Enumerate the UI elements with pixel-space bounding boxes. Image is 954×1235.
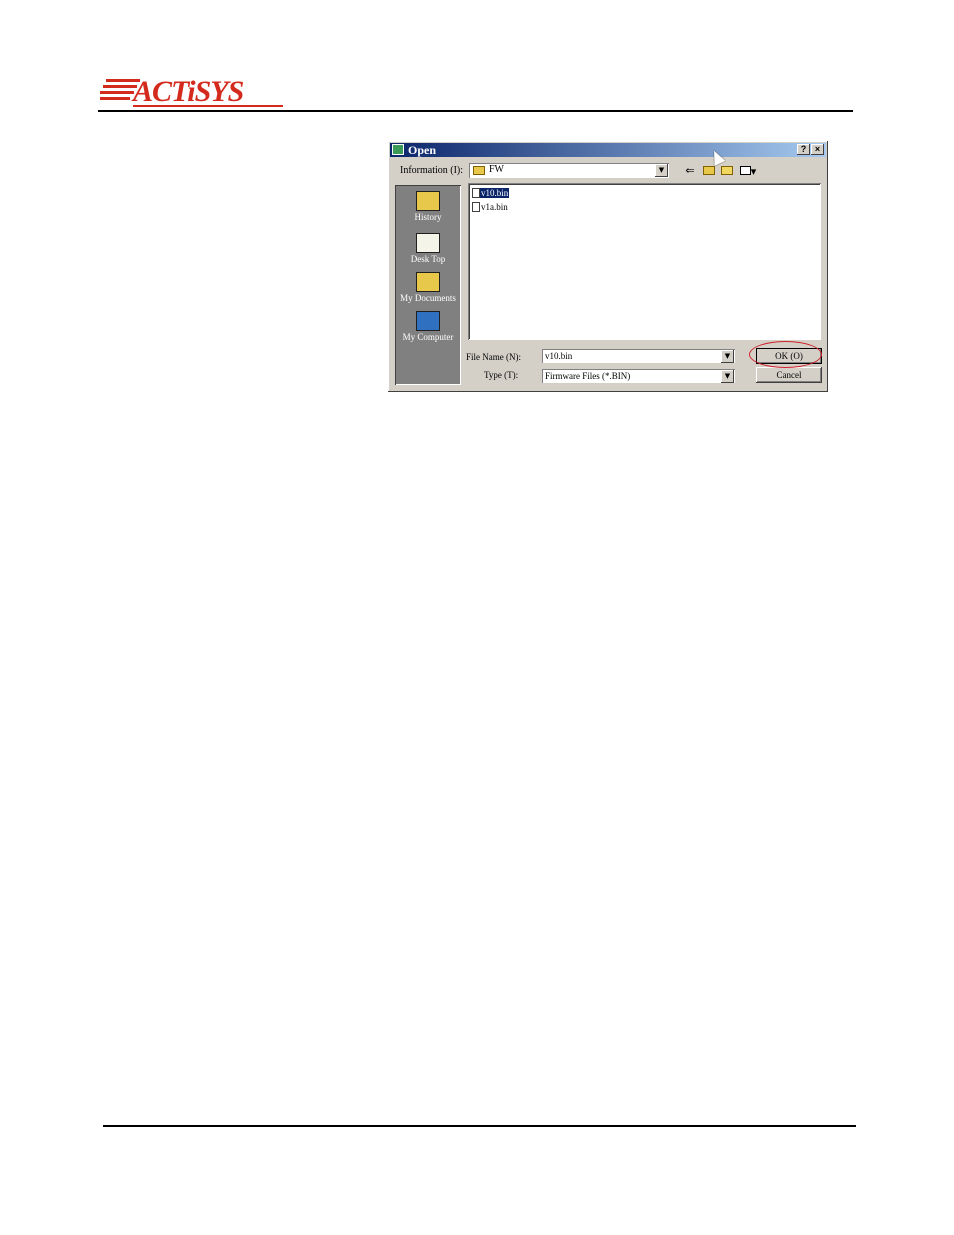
lookin-value: FW <box>489 164 504 175</box>
lookin-label: Information (I): <box>400 165 464 176</box>
ok-highlight-circle <box>749 341 822 368</box>
places-bar: History Desk Top My Documents My Compute… <box>395 185 461 385</box>
footer-rule <box>103 1125 856 1127</box>
history-icon <box>416 191 440 211</box>
filetype-label: Type (T): <box>484 370 519 380</box>
cancel-button[interactable]: Cancel <box>756 367 822 383</box>
filetype-value: Firmware Files (*.BIN) <box>545 371 631 381</box>
help-button[interactable]: ? <box>797 144 810 155</box>
open-dialog: Open ? × Information (I): FW ▼ ⇐ ▾ Histo… <box>388 141 828 392</box>
place-label: History <box>414 212 442 222</box>
actisys-logo: ACTiSYS <box>100 75 285 109</box>
dialog-titlebar[interactable]: Open ? × <box>390 143 826 157</box>
new-folder-icon[interactable] <box>720 164 734 178</box>
place-label: Desk Top <box>410 254 446 264</box>
chevron-down-icon[interactable]: ▼ <box>721 370 734 383</box>
chevron-down-icon[interactable]: ▼ <box>721 350 734 363</box>
place-my-computer[interactable]: My Computer <box>395 311 461 342</box>
desktop-icon <box>416 233 440 253</box>
place-history[interactable]: History <box>395 191 461 222</box>
view-menu-arrow: ▾ <box>750 165 757 178</box>
place-my-documents[interactable]: My Documents <box>395 272 461 303</box>
dialog-title: Open <box>408 143 437 157</box>
logo-underline <box>133 105 283 107</box>
place-desktop[interactable]: Desk Top <box>395 233 461 264</box>
app-icon <box>392 144 404 155</box>
my-documents-icon <box>416 272 440 292</box>
view-menu-icon[interactable]: ▾ <box>738 164 758 178</box>
logo-text: ACTiSYS <box>133 75 244 108</box>
chevron-down-icon[interactable]: ▼ <box>655 164 668 177</box>
filetype-dropdown[interactable]: Firmware Files (*.BIN) ▼ <box>542 369 735 383</box>
back-arrow-icon[interactable]: ⇐ <box>684 164 696 178</box>
filename-value: v10.bin <box>545 351 573 361</box>
place-label: My Computer <box>402 332 454 342</box>
file-item[interactable]: v10.bin <box>472 187 510 199</box>
folder-icon <box>473 166 485 175</box>
my-computer-icon <box>416 311 440 331</box>
file-list[interactable]: v10.bin v1a.bin <box>468 183 821 340</box>
file-name: v1a.bin <box>481 202 508 212</box>
file-icon <box>472 202 480 212</box>
file-icon <box>472 188 480 198</box>
filename-label: File Name (N): <box>466 352 521 362</box>
file-name: v10.bin <box>480 188 510 198</box>
place-label: My Documents <box>400 293 456 303</box>
close-button[interactable]: × <box>811 144 824 155</box>
file-item[interactable]: v1a.bin <box>472 201 509 213</box>
header-rule <box>98 110 853 112</box>
lookin-dropdown[interactable]: FW ▼ <box>469 163 669 178</box>
filename-input[interactable]: v10.bin ▼ <box>542 349 735 363</box>
